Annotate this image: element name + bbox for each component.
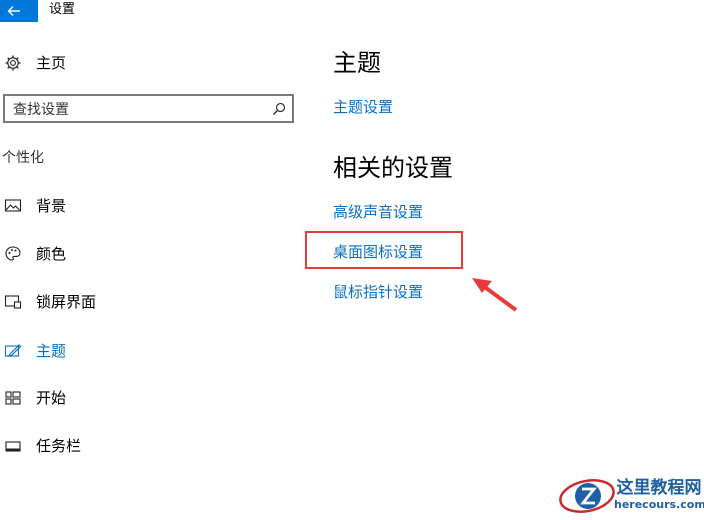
search-icon[interactable] [272,102,286,116]
taskbar-icon [4,437,22,455]
window-title: 设置 [49,2,76,17]
back-button[interactable] [0,0,38,22]
highlight-box [305,231,463,269]
theme-heading: 主题 [333,49,381,77]
monitor-icon [4,293,22,311]
nav-label-themes: 主题 [36,342,67,360]
annotation-arrow-icon [472,278,518,312]
watermark-logo [558,476,616,516]
nav-label-lockscreen: 锁屏界面 [36,293,97,311]
watermark: 这里教程网 herecours.com [614,478,704,511]
nav-label-taskbar: 任务栏 [36,437,82,455]
related-settings-heading: 相关的设置 [333,154,453,182]
nav-label-home: 主页 [36,54,67,72]
nav-item-taskbar[interactable]: 任务栏 [0,430,300,462]
section-label-personalization: 个性化 [2,150,44,166]
nav-item-colors[interactable]: 颜色 [0,238,300,270]
nav-item-home[interactable]: 主页 [0,47,300,79]
brush-icon [4,342,22,360]
advanced-sound-settings-link[interactable]: 高级声音设置 [333,202,423,222]
search-box[interactable] [3,94,294,123]
picture-icon [4,197,22,215]
nav-item-start[interactable]: 开始 [0,382,300,414]
arrow-left-icon [7,6,20,16]
theme-settings-link[interactable]: 主题设置 [333,97,393,117]
nav-label-start: 开始 [36,389,67,407]
nav-label-background: 背景 [36,197,67,215]
nav-label-colors: 颜色 [36,245,67,263]
nav-item-themes[interactable]: 主题 [0,335,300,367]
nav-item-background[interactable]: 背景 [0,190,300,222]
watermark-url: herecours.com [614,498,704,511]
search-input[interactable] [13,100,263,119]
gear-icon [4,54,22,72]
nav-item-lockscreen[interactable]: 锁屏界面 [0,286,300,318]
palette-icon [4,245,22,263]
start-grid-icon [4,389,22,407]
mouse-pointer-settings-link[interactable]: 鼠标指针设置 [333,282,423,302]
watermark-title: 这里教程网 [616,478,702,498]
